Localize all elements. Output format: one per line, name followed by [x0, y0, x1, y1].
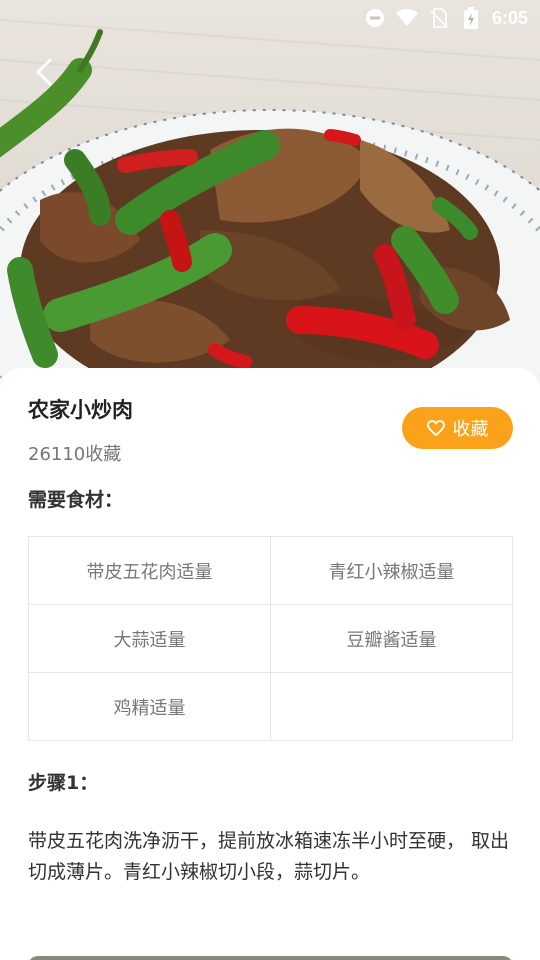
do-not-disturb-icon: [364, 7, 386, 29]
step-image: [28, 956, 513, 960]
status-bar: 6:05: [0, 0, 540, 36]
favorites-count: 26110收藏: [28, 444, 122, 465]
chevron-left-icon: [36, 58, 52, 86]
status-time: 6:05: [491, 7, 528, 28]
ingredient-cell: 带皮五花肉适量: [28, 536, 271, 605]
table-row: 大蒜适量 豆瓣酱适量: [28, 604, 513, 673]
favorite-button-label: 收藏: [452, 419, 489, 440]
ingredient-cell: 鸡精适量: [28, 672, 271, 741]
table-row: 鸡精适量: [28, 672, 513, 741]
no-sim-icon: [428, 7, 450, 29]
back-button[interactable]: [24, 52, 64, 92]
recipe-detail-card: 农家小炒肉 26110收藏 收藏 需要食材： 带皮五花肉适量 青红小辣椒适量 大…: [0, 368, 540, 960]
recipe-title: 农家小炒肉: [28, 398, 133, 422]
step-heading: 步骤1：: [28, 772, 99, 794]
wifi-icon: [395, 7, 418, 29]
ingredients-heading: 需要食材：: [28, 489, 124, 511]
ingredient-cell: 青红小辣椒适量: [270, 536, 513, 605]
step-description: 带皮五花肉洗净沥干，提前放冰箱速冻半小时至硬， 取出切成薄片。青红小辣椒切小段，…: [28, 830, 510, 883]
heart-outline-icon: [426, 420, 445, 436]
ingredient-cell: [270, 672, 513, 741]
ingredient-cell: 大蒜适量: [28, 604, 271, 673]
table-row: 带皮五花肉适量 青红小辣椒适量: [28, 536, 513, 605]
ingredients-table: 带皮五花肉适量 青红小辣椒适量 大蒜适量 豆瓣酱适量 鸡精适量: [28, 536, 513, 741]
ingredient-cell: 豆瓣酱适量: [270, 604, 513, 673]
favorite-button[interactable]: 收藏: [402, 407, 513, 449]
recipe-hero-image: [0, 0, 540, 400]
battery-charging-icon: [460, 7, 482, 29]
